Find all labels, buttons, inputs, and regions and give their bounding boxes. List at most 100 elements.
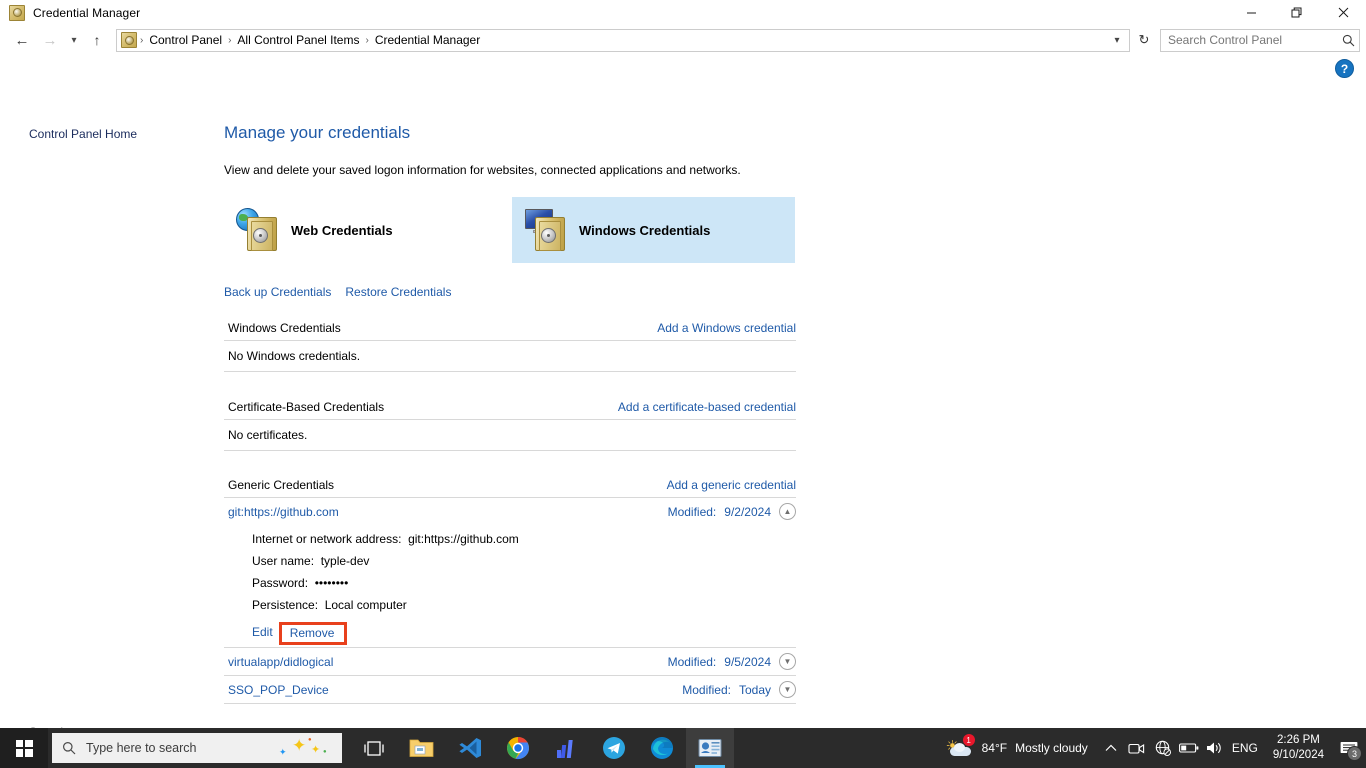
add-certificate-based-credential-link[interactable]: Add a certificate-based credential: [618, 400, 796, 414]
weather-icon: ☀ 1: [946, 734, 975, 760]
show-hidden-icons-chevron-up-icon[interactable]: [1098, 728, 1124, 768]
recent-locations-chevron-down-icon[interactable]: ▾: [64, 27, 84, 53]
taskbar-icon-telegram[interactable]: [590, 728, 638, 768]
add-generic-credential-link[interactable]: Add a generic credential: [667, 478, 796, 492]
back-up-credentials-link[interactable]: Back up Credentials: [224, 285, 331, 299]
notifications-button[interactable]: 3: [1332, 728, 1366, 768]
section-title: Certificate-Based Credentials: [228, 400, 385, 414]
remove-credential-link[interactable]: Remove: [290, 626, 335, 640]
remove-credential-highlight: Remove: [278, 622, 348, 645]
breadcrumb-dropdown-chevron-down-icon[interactable]: ▾: [1107, 30, 1127, 51]
main-pane: Manage your credentials View and delete …: [222, 55, 1366, 768]
add-windows-credential-link[interactable]: Add a Windows credential: [657, 321, 796, 335]
edit-credential-link[interactable]: Edit: [252, 625, 273, 639]
search-icon: [52, 741, 86, 755]
credential-name[interactable]: virtualapp/didlogical: [228, 655, 333, 669]
taskbar-icon-edge[interactable]: [638, 728, 686, 768]
globe-vault-icon: [236, 208, 282, 252]
clock[interactable]: 2:26 PM 9/10/2024: [1265, 733, 1332, 763]
search-icon: [1337, 34, 1359, 47]
monitor-vault-icon: [524, 208, 570, 252]
credential-name[interactable]: git:https://github.com: [228, 505, 339, 519]
back-arrow-icon[interactable]: ←: [8, 27, 36, 53]
title-bar: Credential Manager: [0, 0, 1366, 25]
credential-sections: Windows Credentials Add a Windows creden…: [224, 321, 796, 704]
clock-time: 2:26 PM: [1277, 734, 1320, 746]
search-input[interactable]: [1161, 33, 1337, 47]
weather-widget[interactable]: ☀ 1 84°F Mostly cloudy: [942, 734, 1098, 760]
taskbar-icon-charts-app[interactable]: [542, 728, 590, 768]
credential-detail-password: Password: ••••••••: [252, 576, 349, 590]
breadcrumb-item-credential-manager[interactable]: Credential Manager: [370, 33, 485, 47]
section-title: Generic Credentials: [228, 478, 335, 492]
window-title: Credential Manager: [33, 5, 141, 20]
credential-modified-value: Today: [738, 682, 771, 697]
battery-icon[interactable]: [1176, 728, 1202, 768]
weather-temperature: 84°F: [981, 741, 1008, 755]
sidebar: Control Panel Home See also User Account…: [0, 55, 222, 768]
close-button[interactable]: [1320, 0, 1366, 25]
language-indicator[interactable]: ENG: [1228, 741, 1265, 755]
breadcrumb-safe-icon: [121, 32, 137, 48]
section-empty-windows-credentials: No Windows credentials.: [224, 341, 796, 372]
page-description: View and delete your saved logon informa…: [224, 163, 741, 177]
clock-date: 9/10/2024: [1272, 749, 1324, 761]
taskbar-search-box[interactable]: Type here to search ✦ ✦ ✦ ● ●: [52, 733, 342, 763]
credential-row-github[interactable]: git:https://github.com Modified: 9/2/202…: [224, 498, 796, 525]
tile-windows-credentials[interactable]: Windows Credentials: [512, 197, 795, 263]
notifications-badge: 3: [1347, 746, 1362, 761]
chevron-down-icon[interactable]: ▼: [779, 681, 796, 698]
window-controls: [1228, 0, 1366, 25]
credential-detail-persistence: Persistence: Local computer: [252, 598, 407, 612]
breadcrumb-item-all-control-panel-items[interactable]: All Control Panel Items: [232, 33, 364, 47]
taskbar: Type here to search ✦ ✦ ✦ ● ● ☀ 1 84°F M…: [0, 728, 1366, 768]
restore-button[interactable]: [1274, 0, 1320, 25]
taskbar-search-placeholder: Type here to search: [86, 741, 197, 755]
forward-arrow-icon[interactable]: →: [36, 27, 64, 53]
tile-web-credentials-label: Web Credentials: [291, 222, 393, 238]
tile-windows-credentials-label: Windows Credentials: [579, 222, 711, 238]
chevron-up-icon[interactable]: ▲: [779, 503, 796, 520]
weather-description: Mostly cloudy: [1015, 741, 1088, 755]
taskbar-app-icons: [350, 728, 734, 768]
credential-detail-address: Internet or network address: git:https:/…: [252, 532, 519, 546]
breadcrumb-item-control-panel[interactable]: Control Panel: [144, 33, 227, 47]
system-tray: ☀ 1 84°F Mostly cloudy ENG 2:26 PM 9/10/…: [942, 728, 1366, 768]
taskbar-icon-chrome[interactable]: [494, 728, 542, 768]
credential-modified-value: 9/2/2024: [724, 504, 771, 519]
credential-row-sso-pop-device[interactable]: SSO_POP_Device Modified: Today ▼: [224, 676, 796, 704]
weather-badge: 1: [962, 734, 975, 746]
app-icon: [9, 4, 25, 21]
task-view-icon[interactable]: [350, 728, 398, 768]
section-header-windows-credentials: Windows Credentials Add a Windows creden…: [224, 321, 796, 341]
breadcrumb[interactable]: › Control Panel › All Control Panel Item…: [116, 28, 1130, 52]
refresh-icon[interactable]: ↻: [1132, 29, 1156, 52]
section-empty-certificates: No certificates.: [224, 420, 796, 451]
meet-now-icon[interactable]: [1124, 728, 1150, 768]
start-button[interactable]: [0, 728, 48, 768]
credential-actions: Edit Remove: [252, 622, 796, 645]
chevron-down-icon[interactable]: ▼: [779, 653, 796, 670]
up-arrow-icon[interactable]: ↑: [84, 27, 110, 53]
backup-restore-links: Back up Credentials Restore Credentials: [224, 285, 451, 299]
network-disconnected-icon[interactable]: [1150, 728, 1176, 768]
credential-modified-label: Modified:: [667, 504, 717, 519]
copilot-sparkle-icon: ✦ ✦ ✦ ● ●: [279, 736, 327, 757]
section-header-generic-credentials: Generic Credentials Add a generic creden…: [224, 478, 796, 498]
volume-icon[interactable]: [1202, 728, 1228, 768]
taskbar-icon-vs-code[interactable]: [446, 728, 494, 768]
tile-web-credentials[interactable]: Web Credentials: [224, 197, 484, 263]
credential-modified-label: Modified:: [682, 682, 731, 697]
content-area: ? Control Panel Home See also User Accou…: [0, 55, 1366, 768]
sidebar-item-control-panel-home[interactable]: Control Panel Home: [0, 127, 137, 141]
section-header-certificate-based-credentials: Certificate-Based Credentials Add a cert…: [224, 400, 796, 420]
credential-name[interactable]: SSO_POP_Device: [228, 683, 329, 697]
taskbar-icon-file-explorer[interactable]: [398, 728, 446, 768]
page-title: Manage your credentials: [224, 123, 411, 142]
credential-type-tiles: Web Credentials Windows Credentials: [224, 197, 796, 263]
credential-row-virtualapp[interactable]: virtualapp/didlogical Modified: 9/5/2024…: [224, 648, 796, 676]
search-box[interactable]: [1160, 28, 1360, 52]
minimize-button[interactable]: [1228, 0, 1274, 25]
taskbar-icon-credential-manager[interactable]: [686, 728, 734, 768]
restore-credentials-link[interactable]: Restore Credentials: [345, 285, 451, 299]
